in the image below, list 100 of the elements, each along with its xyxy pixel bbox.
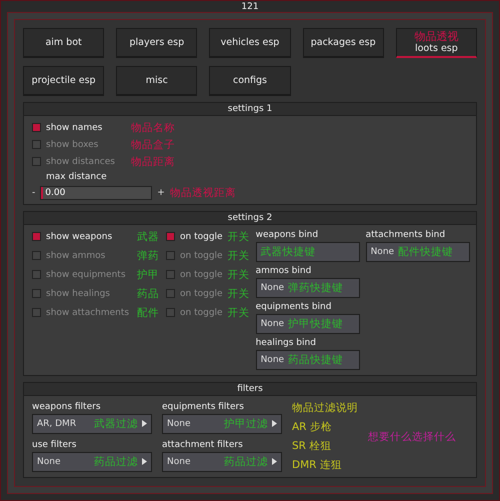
annotation: 武器 xyxy=(137,230,160,244)
option-label: show weapons xyxy=(46,232,114,242)
annotation: 护甲 xyxy=(137,268,160,282)
annotation: 护甲快捷键 xyxy=(288,317,344,331)
annotation: 开关 xyxy=(228,268,250,282)
decrease-button[interactable]: - xyxy=(32,188,36,198)
bind-value: None xyxy=(260,355,284,365)
option-label: on toggle xyxy=(180,288,223,298)
bind-field[interactable]: None 护甲快捷键 xyxy=(256,314,360,334)
tab[interactable]: configs xyxy=(209,66,291,96)
annotation: SR 栓狙 xyxy=(292,439,332,453)
arrow-icon xyxy=(142,458,147,465)
annotation: DMR 连狙 xyxy=(292,458,343,472)
bind-field[interactable]: None 配件快捷键 xyxy=(366,242,470,262)
bind-value: None xyxy=(260,283,284,293)
filter-label: use filters xyxy=(32,440,78,450)
tab[interactable]: 物品透视 loots esp xyxy=(396,28,477,58)
checkbox[interactable] xyxy=(32,140,41,149)
checkbox[interactable] xyxy=(166,270,175,279)
annotation: 武器快捷键 xyxy=(260,245,316,259)
filter-dropdown[interactable]: None 护甲过滤 xyxy=(162,414,282,434)
annotation: 药品过滤 xyxy=(224,454,268,468)
checkbox[interactable] xyxy=(32,157,41,166)
tab[interactable]: vehicles esp xyxy=(209,28,291,58)
arrow-icon xyxy=(272,458,277,465)
option-label: show ammos xyxy=(46,250,106,260)
checkbox[interactable] xyxy=(32,251,41,260)
bind-label: weapons bind xyxy=(256,230,320,240)
annotation: 物品距离 xyxy=(131,154,175,168)
tab[interactable]: projectile esp xyxy=(23,66,104,96)
checkbox[interactable] xyxy=(166,251,175,260)
filter-dropdown[interactable]: None 药品过滤 xyxy=(162,452,282,472)
annotation: 开关 xyxy=(228,230,250,244)
filter-dropdown[interactable]: AR, DMR 武器过滤 xyxy=(32,414,152,434)
annotation: 药品 xyxy=(137,286,160,300)
option-label: show attachments xyxy=(46,308,130,318)
tab[interactable]: misc xyxy=(116,66,198,96)
arrow-icon xyxy=(272,420,277,427)
annotation: 物品透视距离 xyxy=(170,186,236,200)
checkbox[interactable] xyxy=(32,123,41,132)
checkbox[interactable] xyxy=(32,270,41,279)
bind-label: equipments bind xyxy=(256,302,332,312)
tab[interactable]: players esp xyxy=(116,28,198,58)
annotation: 弹药快捷键 xyxy=(288,281,344,295)
checkbox[interactable] xyxy=(166,232,175,241)
annotation: 物品透视 xyxy=(413,29,460,44)
annotation: 物品盒子 xyxy=(131,138,175,152)
increase-button[interactable]: + xyxy=(157,188,165,198)
option-label: on toggle xyxy=(180,270,223,280)
annotation: 药品快捷键 xyxy=(288,353,344,367)
dropdown-value: AR, DMR xyxy=(37,418,76,428)
dropdown-value: None xyxy=(37,456,60,466)
filter-dropdown[interactable]: None 药品过滤 xyxy=(32,452,152,472)
window-title: 121 xyxy=(241,2,259,12)
tab[interactable]: aim bot xyxy=(23,28,104,58)
panel-title: settings 2 xyxy=(228,213,272,223)
annotation: 护甲过滤 xyxy=(224,416,268,430)
bind-field[interactable]: None 药品快捷键 xyxy=(256,350,360,370)
dropdown-value: None xyxy=(167,456,190,466)
tab[interactable]: packages esp xyxy=(302,28,384,58)
option-label: show distances xyxy=(46,156,116,166)
option-label: show boxes xyxy=(46,140,100,150)
annotation: 想要什么选择什么 xyxy=(368,430,456,444)
bind-label: healings bind xyxy=(256,338,317,348)
annotation: 开关 xyxy=(228,286,250,300)
checkbox[interactable] xyxy=(166,308,175,317)
option-label: on toggle xyxy=(180,232,223,242)
annotation: 物品名称 xyxy=(131,120,175,134)
arrow-icon xyxy=(142,420,147,427)
checkbox[interactable] xyxy=(32,308,41,317)
checkbox[interactable] xyxy=(166,289,175,298)
panel-title: filters xyxy=(237,384,263,394)
annotation: 配件快捷键 xyxy=(398,245,454,259)
slider-label: max distance xyxy=(46,172,108,182)
annotation: 药品过滤 xyxy=(94,454,138,468)
option-label: on toggle xyxy=(180,308,223,318)
annotation: 武器过滤 xyxy=(94,416,138,430)
bind-value: None xyxy=(370,247,394,257)
filter-label: equipments filters xyxy=(162,402,245,412)
option-label: show equipments xyxy=(46,270,127,280)
annotation: AR 步枪 xyxy=(292,420,333,434)
annotation: 开关 xyxy=(228,306,250,320)
option-label: show healings xyxy=(46,288,111,298)
bind-label: ammos bind xyxy=(256,266,312,276)
slider-value: 0.00 xyxy=(44,188,66,198)
annotation: 弹药 xyxy=(137,248,160,262)
dropdown-value: None xyxy=(167,418,190,428)
checkbox[interactable] xyxy=(32,289,41,298)
bind-value: None xyxy=(260,319,284,329)
filter-label: weapons filters xyxy=(32,402,102,412)
annotation: 开关 xyxy=(228,248,250,262)
filter-label: attachment filters xyxy=(162,440,244,450)
option-label: show names xyxy=(46,122,104,132)
checkbox[interactable] xyxy=(32,232,41,241)
bind-label: attachments bind xyxy=(366,230,446,240)
panel-title: settings 1 xyxy=(228,104,272,114)
slider-track[interactable]: 0.00 xyxy=(40,186,152,200)
option-label: on toggle xyxy=(180,250,223,260)
annotation: 配件 xyxy=(137,306,160,320)
bind-field[interactable]: None 弹药快捷键 xyxy=(256,278,360,298)
